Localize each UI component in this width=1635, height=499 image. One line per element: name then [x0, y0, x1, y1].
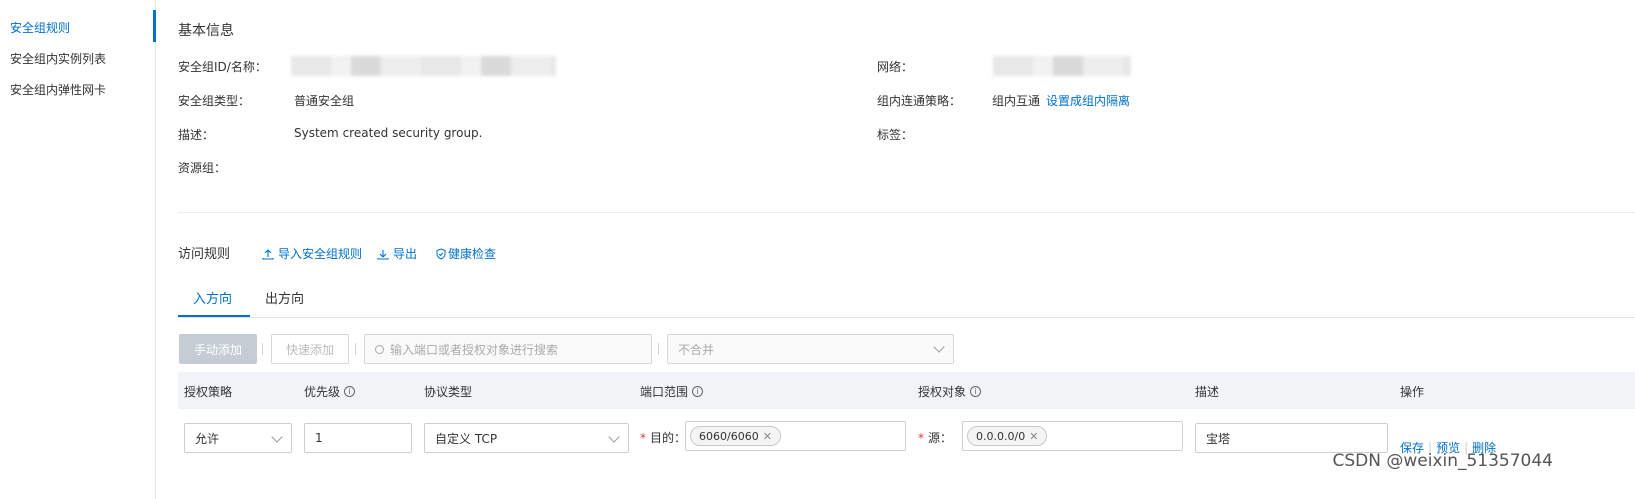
- security-group-id-value-redacted: [291, 56, 556, 76]
- source-object-input[interactable]: 0.0.0.0/0 ✕: [962, 421, 1183, 451]
- security-group-type-value: 普通安全组: [294, 94, 355, 108]
- manual-add-button[interactable]: 手动添加: [179, 334, 257, 364]
- column-header-description: 描述: [1195, 385, 1220, 399]
- source-label: * 源：: [918, 431, 953, 445]
- destination-label: * 目的：: [640, 431, 687, 445]
- merge-select-value: 不合并: [678, 342, 715, 357]
- search-placeholder: 输入端口或者授权对象进行搜索: [390, 342, 559, 357]
- info-icon[interactable]: i: [692, 386, 704, 397]
- policy-select[interactable]: 允许: [184, 423, 292, 453]
- access-rules-title: 访问规则: [178, 247, 231, 262]
- toolbar-separator: [658, 343, 659, 355]
- export-label: 导出: [393, 247, 418, 261]
- required-mark: *: [640, 431, 646, 445]
- chevron-down-icon: [933, 341, 945, 353]
- tags-label: 标签：: [877, 128, 914, 142]
- column-header-auth-object: 授权对象 i: [918, 383, 982, 400]
- security-group-type-label: 安全组类型：: [178, 94, 251, 108]
- chevron-down-icon: [271, 431, 283, 443]
- port-tag: 6060/6060 ✕: [690, 426, 781, 446]
- export-button[interactable]: 导出: [377, 245, 417, 262]
- import-rules-label: 导入安全组规则: [278, 247, 363, 261]
- rule-search-input[interactable]: 输入端口或者授权对象进行搜索: [364, 334, 652, 364]
- search-icon: [375, 344, 384, 354]
- intra-group-policy-label: 组内连通策略：: [877, 94, 962, 108]
- toolbar-separator: [262, 343, 263, 355]
- intra-group-policy-value: 组内互通: [992, 94, 1041, 108]
- set-isolation-link[interactable]: 设置成组内隔离: [1046, 92, 1130, 109]
- description-input[interactable]: 宝塔: [1195, 423, 1388, 453]
- destination-port-input[interactable]: 6060/6060 ✕: [685, 421, 906, 451]
- protocol-select-value: 自定义 TCP: [435, 431, 498, 446]
- protocol-select[interactable]: 自定义 TCP: [424, 423, 629, 453]
- column-header-priority: 优先级 i: [304, 383, 356, 400]
- active-tab-underline: [178, 315, 250, 317]
- info-icon[interactable]: i: [970, 386, 982, 397]
- source-tag: 0.0.0.0/0 ✕: [967, 426, 1048, 446]
- tab-inbound[interactable]: 入方向: [193, 288, 232, 307]
- source-tag-label: 0.0.0.0/0: [976, 429, 1026, 443]
- close-icon[interactable]: ✕: [1029, 430, 1038, 443]
- priority-input[interactable]: 1: [304, 423, 412, 453]
- quick-add-button[interactable]: 快速添加: [271, 334, 349, 364]
- health-check-label: 健康检查: [448, 247, 497, 261]
- import-rules-button[interactable]: 导入安全组规则: [262, 245, 362, 262]
- description-value: System created security group.: [294, 126, 483, 140]
- resource-group-label: 资源组：: [178, 161, 227, 175]
- column-header-actions: 操作: [1400, 385, 1425, 399]
- required-mark: *: [918, 431, 924, 445]
- sidebar: 安全组规则 安全组内实例列表 安全组内弹性网卡: [0, 0, 156, 499]
- column-header-port-range: 端口范围 i: [640, 383, 704, 400]
- port-tag-label: 6060/6060: [699, 429, 759, 443]
- download-icon: [377, 249, 389, 260]
- description-label: 描述：: [178, 128, 215, 142]
- merge-select[interactable]: 不合并: [667, 334, 954, 364]
- health-check-button[interactable]: 健康检查: [435, 245, 496, 262]
- watermark: CSDN @weixin_51357044: [1332, 451, 1553, 471]
- sidebar-active-indicator: [153, 10, 156, 42]
- tabs-baseline: [178, 317, 1635, 318]
- security-group-id-label: 安全组ID/名称：: [178, 60, 267, 74]
- toolbar-separator: [355, 343, 356, 355]
- tab-outbound[interactable]: 出方向: [265, 288, 304, 307]
- sidebar-item-elastic-nic[interactable]: 安全组内弹性网卡: [10, 81, 106, 98]
- basic-info-title: 基本信息: [178, 23, 234, 39]
- close-icon[interactable]: ✕: [763, 430, 772, 443]
- upload-icon: [262, 248, 274, 260]
- shield-check-icon: [436, 247, 446, 260]
- sidebar-item-instance-list[interactable]: 安全组内实例列表: [10, 50, 106, 67]
- description-input-value: 宝塔: [1206, 431, 1231, 446]
- priority-input-value: 1: [315, 431, 323, 445]
- chevron-down-icon: [608, 431, 620, 443]
- sidebar-item-security-group-rules[interactable]: 安全组规则: [10, 19, 70, 36]
- section-divider: [178, 212, 1635, 213]
- column-header-policy: 授权策略: [184, 385, 233, 399]
- column-header-protocol: 协议类型: [424, 385, 473, 399]
- policy-select-value: 允许: [195, 431, 220, 446]
- network-value-redacted: [993, 56, 1131, 76]
- network-label: 网络：: [877, 60, 914, 74]
- info-icon[interactable]: i: [344, 386, 356, 397]
